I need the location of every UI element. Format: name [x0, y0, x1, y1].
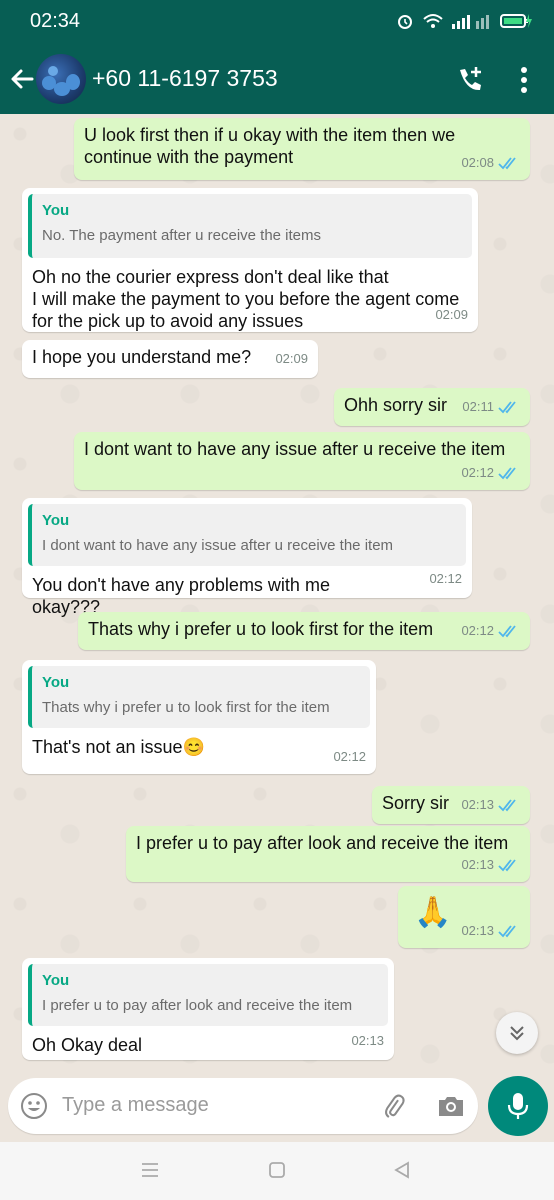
voice-record-button[interactable] — [488, 1076, 548, 1136]
message-input[interactable]: Type a message — [62, 1094, 209, 1117]
nav-back-icon[interactable] — [392, 1160, 412, 1180]
message-outgoing[interactable]: Thats why i prefer u to look first for t… — [78, 612, 530, 650]
nav-home-icon[interactable] — [267, 1160, 287, 1180]
message-time: 02:11 — [462, 399, 494, 414]
message-time: 02:12 — [461, 623, 494, 638]
message-text: U look first then if u okay with the ite… — [84, 125, 456, 167]
scroll-down-icon — [510, 1026, 524, 1041]
nav-menu-icon[interactable] — [140, 1160, 160, 1180]
emoji-icon[interactable] — [20, 1092, 48, 1120]
quoted-message[interactable]: You I prefer u to pay after look and rec… — [28, 964, 388, 1026]
message-time: 02:08 — [461, 155, 494, 170]
message-text: 🙏 — [414, 896, 452, 929]
message-time: 02:12 — [333, 749, 366, 764]
message-text: That's not an issue😊 — [32, 737, 205, 757]
quoted-author: You — [42, 512, 70, 529]
system-nav-bar — [0, 1142, 554, 1200]
message-text: I prefer u to pay after look and receive… — [136, 833, 509, 853]
message-incoming-reply[interactable]: You I prefer u to pay after look and rec… — [22, 958, 394, 1060]
message-time: 02:12 — [461, 465, 494, 480]
message-outgoing[interactable]: I prefer u to pay after look and receive… — [126, 826, 530, 882]
message-time: 02:13 — [461, 857, 494, 872]
wifi-icon — [423, 14, 443, 28]
quoted-text: I prefer u to pay after look and receive… — [42, 997, 353, 1014]
message-text: Ohh sorry sir — [344, 395, 448, 415]
read-ticks-icon — [498, 859, 516, 872]
battery-icon — [500, 14, 532, 28]
quoted-text: No. The payment after u receive the item… — [42, 227, 322, 244]
status-time: 02:34 — [30, 10, 81, 32]
message-time: 02:13 — [461, 797, 494, 812]
message-composer[interactable]: Type a message — [8, 1078, 478, 1134]
read-ticks-icon — [498, 157, 516, 170]
message-time: 02:13 — [351, 1033, 384, 1048]
quoted-message[interactable]: You Thats why i prefer u to look first f… — [28, 666, 370, 728]
read-ticks-icon — [498, 925, 516, 938]
quoted-text: Thats why i prefer u to look first for t… — [42, 699, 330, 716]
scroll-to-bottom-button[interactable] — [496, 1012, 538, 1054]
alarm-icon — [398, 15, 412, 29]
message-time: 02:09 — [435, 307, 468, 322]
message-outgoing[interactable]: Sorry sir 02:13 — [372, 786, 530, 824]
message-incoming[interactable]: I hope you understand me? 02:09 — [22, 340, 318, 378]
chat-area[interactable]: U look first then if u okay with the ite… — [0, 114, 554, 1070]
quoted-text: I dont want to have any issue after u re… — [42, 537, 394, 554]
add-call-icon[interactable] — [454, 64, 486, 96]
message-incoming-reply[interactable]: You I dont want to have any issue after … — [22, 498, 472, 617]
message-text: I dont want to have any issue after u re… — [84, 439, 506, 459]
quoted-author: You — [42, 674, 70, 691]
read-ticks-icon — [498, 799, 516, 812]
status-bar: 02:34 — [0, 0, 554, 44]
message-incoming-reply[interactable]: You No. The payment after u receive the … — [22, 188, 478, 332]
message-time: 02:12 — [429, 571, 462, 586]
message-time: 02:13 — [461, 923, 494, 938]
message-text: Oh Okay deal — [32, 1035, 143, 1055]
message-outgoing[interactable]: U look first then if u okay with the ite… — [74, 118, 530, 180]
message-outgoing[interactable]: I dont want to have any issue after u re… — [74, 432, 530, 490]
signal-icon — [452, 15, 489, 29]
quoted-message[interactable]: You No. The payment after u receive the … — [28, 194, 472, 258]
mic-icon — [507, 1093, 529, 1119]
message-incoming-reply[interactable]: You Thats why i prefer u to look first f… — [22, 660, 376, 774]
read-ticks-icon — [498, 467, 516, 480]
message-text: Thats why i prefer u to look first for t… — [88, 619, 434, 639]
quoted-author: You — [42, 972, 70, 989]
message-outgoing[interactable]: Ohh sorry sir 02:11 — [334, 388, 530, 426]
chat-header: +60 11-6197 3753 — [0, 44, 554, 114]
contact-avatar[interactable] — [36, 54, 86, 104]
read-ticks-icon — [498, 625, 516, 638]
contact-name[interactable]: +60 11-6197 3753 — [92, 65, 278, 92]
camera-icon[interactable] — [436, 1092, 466, 1120]
message-text: Sorry sir — [382, 793, 449, 813]
more-vert-icon[interactable] — [514, 64, 534, 96]
back-arrow-icon[interactable] — [8, 62, 36, 96]
attach-icon[interactable] — [380, 1092, 408, 1120]
message-text: I hope you understand me? — [32, 347, 252, 367]
message-time: 02:09 — [275, 351, 308, 366]
read-ticks-icon — [498, 401, 516, 414]
message-outgoing-emoji[interactable]: 🙏 02:13 — [398, 886, 530, 948]
quoted-author: You — [42, 202, 70, 219]
quoted-message[interactable]: You I dont want to have any issue after … — [28, 504, 466, 566]
